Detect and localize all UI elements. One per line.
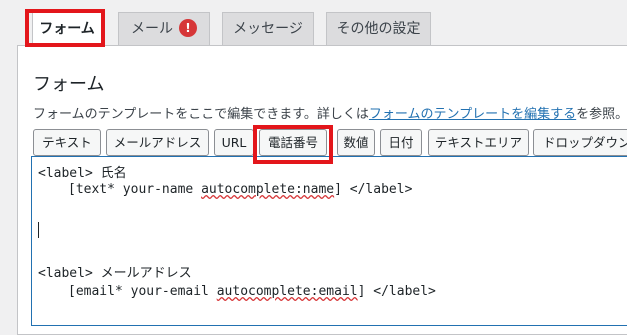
tag-button-tel[interactable]: 電話番号 [259, 129, 327, 156]
editor-line-1: <label> 氏名 [38, 162, 127, 181]
label-text-name: 氏名 [100, 166, 127, 181]
spellcheck-error-name: autocomplete:name [201, 182, 335, 197]
tab-mail[interactable]: メール! [118, 12, 210, 46]
panel-description: フォームのテンプレートをここで編集できます。詳しくはフォームのテンプレートを編集… [33, 103, 627, 122]
tag-button-email[interactable]: メールアドレス [106, 129, 209, 156]
code-email-tag: [email* your-email [68, 284, 217, 299]
editor-line-4: [email* your-email autocomplete:email] <… [68, 284, 436, 299]
spellcheck-error-email: autocomplete:email [216, 284, 358, 299]
tag-button-url[interactable]: URL [214, 129, 254, 156]
tab-form-label: フォーム [39, 21, 95, 37]
text-caret [38, 222, 39, 238]
code-label-close-2: ] </label> [357, 284, 436, 299]
panel-title: フォーム [33, 74, 105, 95]
tag-button-date[interactable]: 日付 [380, 129, 422, 156]
tab-form[interactable]: フォーム [32, 12, 102, 46]
tab-other-settings[interactable]: その他の設定 [326, 12, 431, 46]
tag-button-dropdown[interactable]: ドロップダウン [533, 129, 627, 156]
description-suffix: を参照。 [576, 107, 627, 122]
tab-mail-label: メール [131, 21, 173, 37]
code-label-close: ] </label> [334, 182, 413, 197]
template-help-link[interactable]: フォームのテンプレートを編集する [369, 107, 576, 122]
description-prefix: フォームのテンプレートをここで編集できます。詳しくは [33, 107, 369, 122]
warning-icon: ! [179, 18, 197, 37]
tag-button-textarea[interactable]: テキストエリア [428, 129, 529, 156]
code-label-open-2: <label> [38, 266, 101, 281]
tab-messages[interactable]: メッセージ [222, 12, 314, 46]
editor-line-3: <label> メールアドレス [38, 262, 192, 281]
tab-other-settings-label: その他の設定 [336, 21, 421, 37]
code-text-tag: [text* your-name [68, 182, 202, 197]
tag-button-text[interactable]: テキスト [33, 129, 101, 156]
tag-button-number[interactable]: 数値 [337, 129, 375, 156]
label-text-email: メールアドレス [100, 266, 192, 281]
code-label-open: <label> [38, 166, 101, 181]
tab-messages-label: メッセージ [233, 21, 303, 37]
editor-line-2: [text* your-name autocomplete:name] </la… [68, 182, 412, 197]
